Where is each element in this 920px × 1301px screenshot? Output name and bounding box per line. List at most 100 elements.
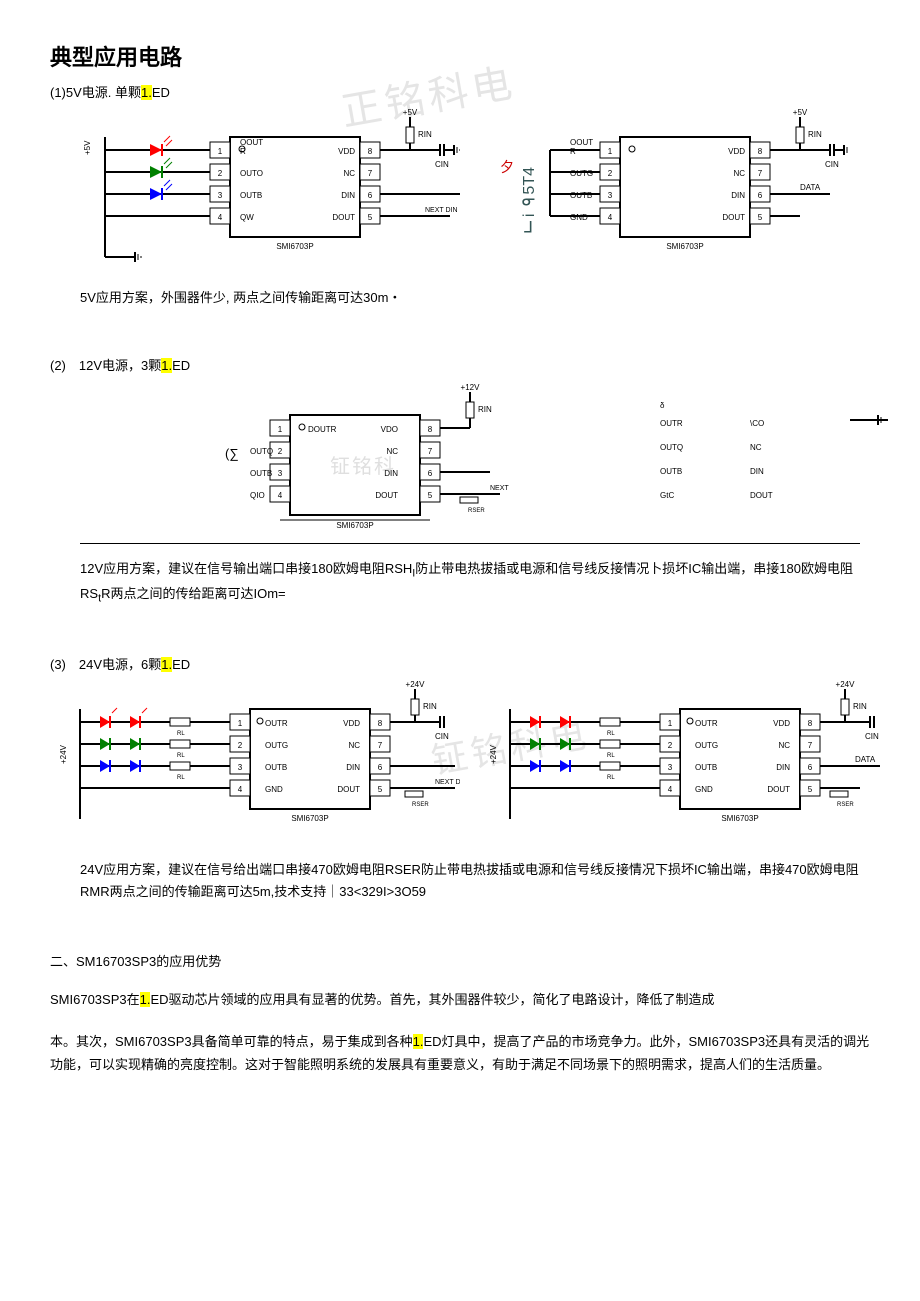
svg-text:7: 7 bbox=[378, 741, 383, 750]
s3-suffix: ED bbox=[172, 657, 190, 672]
svg-text:CIN: CIN bbox=[435, 160, 449, 169]
svg-text:1: 1 bbox=[608, 147, 613, 156]
svg-text:+5V: +5V bbox=[403, 108, 418, 117]
svg-text:OUTG: OUTG bbox=[695, 741, 718, 750]
svg-text:4: 4 bbox=[608, 213, 613, 222]
s3-prefix: (3) 24V电源，6颗 bbox=[50, 657, 161, 672]
svg-text:OUTB: OUTB bbox=[570, 191, 592, 200]
svg-text:8: 8 bbox=[428, 425, 433, 434]
svg-text:8: 8 bbox=[808, 719, 813, 728]
svg-text:NC: NC bbox=[343, 169, 355, 178]
page-title: 典型应用电路 bbox=[50, 40, 870, 72]
svg-text:CIN: CIN bbox=[865, 732, 879, 741]
svg-text:DIN: DIN bbox=[750, 467, 764, 476]
svg-text:3: 3 bbox=[238, 763, 243, 772]
svg-text:CIN: CIN bbox=[825, 160, 839, 169]
s1-prefix: (1)5V电源. 单颗 bbox=[50, 85, 141, 100]
svg-text:QW: QW bbox=[240, 213, 254, 222]
svg-text:OOUT: OOUT bbox=[240, 138, 263, 147]
svg-text:OUTO: OUTO bbox=[240, 169, 263, 178]
svg-text:5: 5 bbox=[368, 213, 373, 222]
svg-text:4: 4 bbox=[218, 213, 223, 222]
svg-text:DATA: DATA bbox=[800, 183, 821, 192]
svg-text:VDO: VDO bbox=[381, 425, 398, 434]
svg-text:+24V: +24V bbox=[406, 680, 426, 689]
svg-text:OUTR: OUTR bbox=[660, 419, 683, 428]
svg-text:1: 1 bbox=[278, 425, 283, 434]
section1-heading: (1)5V电源. 单颗1.ED bbox=[50, 82, 870, 101]
svg-text:RIN: RIN bbox=[418, 130, 432, 139]
svg-text:6: 6 bbox=[378, 763, 383, 772]
svg-text:1: 1 bbox=[668, 719, 673, 728]
svg-text:DOUT: DOUT bbox=[722, 213, 745, 222]
svg-text:+24V: +24V bbox=[490, 745, 498, 765]
svg-text:3: 3 bbox=[218, 191, 223, 200]
svg-text:GtC: GtC bbox=[660, 491, 674, 500]
svg-text:OUTG: OUTG bbox=[570, 169, 593, 178]
svg-text:RL: RL bbox=[177, 775, 185, 781]
svg-text:NEXT DIN: NEXT DIN bbox=[435, 779, 460, 786]
svg-text:RL: RL bbox=[607, 731, 615, 737]
section1-circuits: 正铭科电 12 34 87 65 OOUTR OUTOOUTBQW VDDNC … bbox=[80, 107, 870, 277]
svg-text:R: R bbox=[240, 147, 246, 156]
section2-circuits: 12 34 87 65 DOUTRVDO OUTQNC OUTBDIN QIOD… bbox=[190, 380, 870, 555]
svg-text:OUTR: OUTR bbox=[265, 719, 288, 728]
svg-text:SMI6703P: SMI6703P bbox=[336, 521, 373, 530]
svg-text:RL: RL bbox=[607, 775, 615, 781]
svg-text:4: 4 bbox=[238, 785, 243, 794]
svg-text:RL: RL bbox=[177, 753, 185, 759]
svg-text:VDD: VDD bbox=[773, 719, 790, 728]
svg-text:RIN: RIN bbox=[808, 130, 822, 139]
svg-text:\CO: \CO bbox=[750, 419, 764, 428]
svg-text:RSER: RSER bbox=[412, 802, 429, 808]
svg-text:+24V: +24V bbox=[60, 745, 68, 765]
section3-circuits: 钲铭科电 12 34 87 65 OUTRVDD OUTGNC OUTBDIN … bbox=[60, 679, 870, 849]
svg-text:OUTQ: OUTQ bbox=[660, 443, 683, 452]
section3-desc: 24V应用方案，建议在信号给出端口串接470欧姆电阻RSER防止带电热拔插或电源… bbox=[80, 859, 870, 903]
circuit-5v-a: 12 34 87 65 OOUTR OUTOOUTBQW VDDNC DINDO… bbox=[80, 107, 460, 277]
advantages-p1: SMI6703SP3在1.ED驱动芯片领域的应用具有显著的优势。首先，其外围器件… bbox=[50, 988, 870, 1011]
svg-text:NEXT DIN: NEXT DIN bbox=[490, 485, 510, 492]
s2-suffix: ED bbox=[172, 358, 190, 373]
svg-text:5: 5 bbox=[428, 491, 433, 500]
svg-text:OOUT: OOUT bbox=[570, 138, 593, 147]
svg-text:DOUT: DOUT bbox=[337, 785, 360, 794]
svg-text:4: 4 bbox=[668, 785, 673, 794]
svg-text:NC: NC bbox=[750, 443, 762, 452]
svg-text:8: 8 bbox=[368, 147, 373, 156]
section3-heading: (3) 24V电源，6颗1.ED bbox=[50, 654, 870, 673]
svg-text:OUTB: OUTB bbox=[660, 467, 682, 476]
svg-text:NC: NC bbox=[348, 741, 360, 750]
svg-text:DOUTR: DOUTR bbox=[308, 425, 337, 434]
svg-text:DOUT: DOUT bbox=[375, 491, 398, 500]
svg-text:3: 3 bbox=[668, 763, 673, 772]
svg-text:2: 2 bbox=[668, 741, 673, 750]
svg-text:NC: NC bbox=[778, 741, 790, 750]
svg-text:DOUT: DOUT bbox=[767, 785, 790, 794]
advantages-p2: 本。其次，SMI6703SP3具备简单可靠的特点，易于集成到各种1.ED灯具中，… bbox=[50, 1030, 870, 1077]
svg-text:6: 6 bbox=[758, 191, 763, 200]
svg-text:RIN: RIN bbox=[423, 702, 437, 711]
svg-text:DOUT: DOUT bbox=[750, 491, 773, 500]
svg-text:SMI6703P: SMI6703P bbox=[291, 814, 328, 823]
circuit-12v-a: 12 34 87 65 DOUTRVDO OUTQNC OUTBDIN QIOD… bbox=[190, 380, 510, 555]
svg-text:1: 1 bbox=[238, 719, 243, 728]
svg-text:2: 2 bbox=[278, 447, 283, 456]
svg-text:OUTR: OUTR bbox=[695, 719, 718, 728]
svg-text:5: 5 bbox=[378, 785, 383, 794]
svg-text:NC: NC bbox=[733, 169, 745, 178]
svg-text:DIN: DIN bbox=[346, 763, 360, 772]
svg-text:7: 7 bbox=[368, 169, 373, 178]
circuit-12v-b: δ OUTR\CO OUTQNC OUTBDIN GtCDOUT bbox=[650, 380, 890, 548]
svg-text:DOUT: DOUT bbox=[332, 213, 355, 222]
svg-text:GND: GND bbox=[695, 785, 713, 794]
svg-text:DIN: DIN bbox=[341, 191, 355, 200]
section1-desc: 5V应用方案，外围器件少, 两点之间传输距离可达30m・ bbox=[80, 287, 870, 309]
svg-text:SMI6703P: SMI6703P bbox=[666, 242, 703, 251]
svg-text:+12V: +12V bbox=[461, 383, 481, 392]
svg-text:6: 6 bbox=[428, 469, 433, 478]
s1-hl: 1. bbox=[141, 85, 152, 100]
svg-text:OUTG: OUTG bbox=[265, 741, 288, 750]
svg-text:7: 7 bbox=[808, 741, 813, 750]
svg-text:R: R bbox=[570, 147, 576, 156]
